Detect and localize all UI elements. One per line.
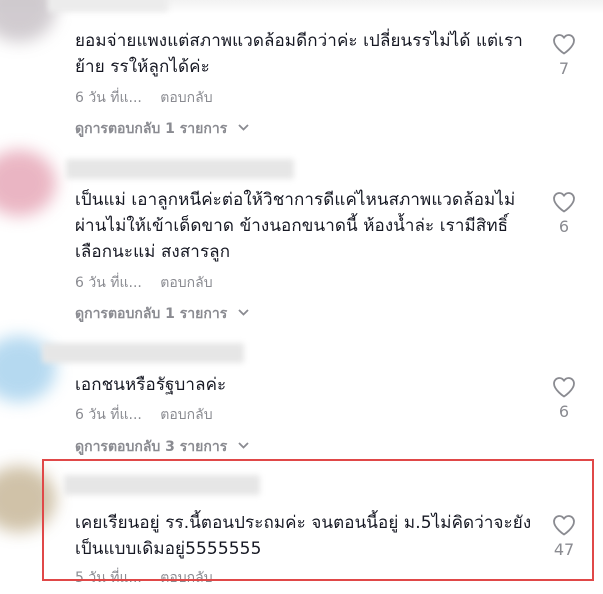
heart-icon xyxy=(553,377,575,398)
view-replies-label: ดูการตอบกลับ 1 รายการ xyxy=(75,121,228,137)
comment-time: 6 วัน ที่แ... xyxy=(75,275,142,291)
comment-time: 6 วัน ที่แ... xyxy=(75,90,142,106)
chevron-down-icon xyxy=(238,309,249,316)
chevron-down-icon xyxy=(238,124,249,131)
heart-icon xyxy=(553,515,575,536)
view-replies-label: ดูการตอบกลับ 1 รายการ xyxy=(75,306,228,322)
username-blurred[interactable] xyxy=(64,475,260,495)
like-button[interactable]: 6 xyxy=(548,191,580,236)
avatar[interactable] xyxy=(0,150,56,216)
username-blurred[interactable] xyxy=(66,159,294,179)
reply-button[interactable]: ตอบกลับ xyxy=(160,275,212,291)
comment-meta: 6 วัน ที่แ... ตอบกลับ xyxy=(75,272,213,294)
comment-text: เคยเรียนอยู่ รร.นี้ตอนประถมค่ะ จนตอนนี้อ… xyxy=(75,513,532,559)
comments-panel: ยอมจ่ายแพงแต่สภาพแวดล้อมดีกว่าค่ะ เปลี่ย… xyxy=(0,0,603,594)
username-blurred[interactable] xyxy=(42,343,244,363)
comment-text: ยอมจ่ายแพงแต่สภาพแวดล้อมดีกว่าค่ะ เปลี่ย… xyxy=(75,31,523,77)
heart-icon xyxy=(553,34,575,55)
view-replies-button[interactable]: ดูการตอบกลับ 1 รายการ xyxy=(75,303,249,325)
like-button[interactable]: 6 xyxy=(548,376,580,421)
comment-meta: 5 วัน ที่แ... ตอบกลับ xyxy=(75,567,213,589)
like-button[interactable]: 47 xyxy=(548,514,580,559)
chevron-down-icon xyxy=(238,442,249,449)
comment-text: เป็นแม่ เอาลูกหนีค่ะต่อให้วิชาการดีแค่ไห… xyxy=(75,190,516,262)
reply-button[interactable]: ตอบกลับ xyxy=(160,407,212,423)
view-replies-button[interactable]: ดูการตอบกลับ 1 รายการ xyxy=(75,118,249,140)
reply-button[interactable]: ตอบกลับ xyxy=(160,90,212,106)
avatar[interactable] xyxy=(0,466,56,532)
comment-text: เอกชนหรือรัฐบาลค่ะ xyxy=(75,375,227,395)
comment-time: 6 วัน ที่แ... xyxy=(75,407,142,423)
like-count: 6 xyxy=(558,402,570,421)
like-count: 7 xyxy=(558,59,570,78)
like-button[interactable]: 7 xyxy=(548,33,580,78)
heart-icon xyxy=(553,192,575,213)
view-replies-label: ดูการตอบกลับ 3 รายการ xyxy=(75,439,228,455)
username-blurred[interactable] xyxy=(48,0,168,12)
comment-meta: 6 วัน ที่แ... ตอบกลับ xyxy=(75,87,213,109)
comment-meta: 6 วัน ที่แ... ตอบกลับ xyxy=(75,404,213,426)
like-count: 6 xyxy=(558,217,570,236)
view-replies-button[interactable]: ดูการตอบกลับ 3 รายการ xyxy=(75,436,249,458)
comment-time: 5 วัน ที่แ... xyxy=(75,570,142,586)
reply-button[interactable]: ตอบกลับ xyxy=(160,570,212,586)
like-count: 47 xyxy=(553,540,575,559)
